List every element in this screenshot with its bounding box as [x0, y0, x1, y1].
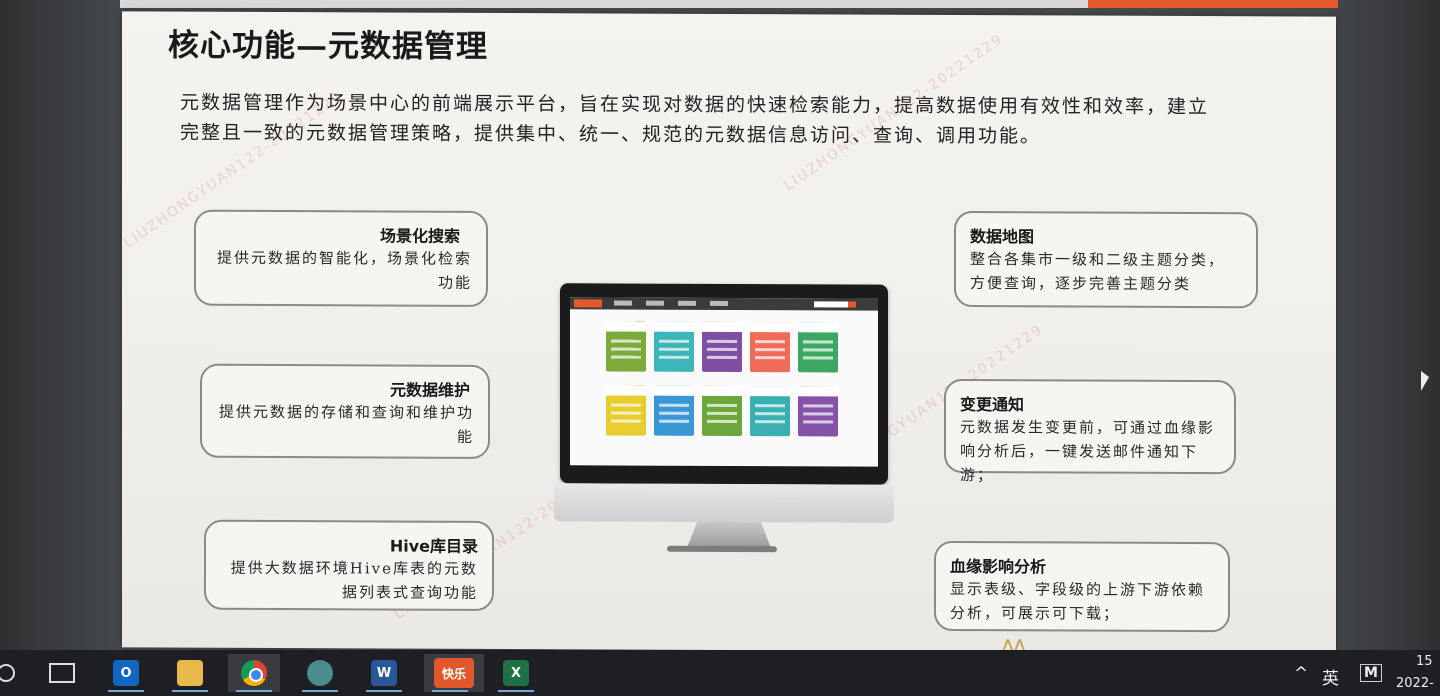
- card-scene-search: 场景化搜索 提供元数据的智能化，场景化检索功能: [194, 209, 488, 307]
- monitor-base: [667, 545, 777, 553]
- ime-language-indicator[interactable]: 英: [1322, 664, 1339, 689]
- screen-tile: [606, 385, 646, 436]
- screen-tile: [750, 386, 790, 437]
- screen-tile: [654, 321, 694, 372]
- kuaile-icon: 快乐: [434, 658, 474, 688]
- card-change-notice: 变更通知 元数据发生变更前，可通过血缘影响分析后，一键发送邮件通知下游；: [944, 378, 1236, 484]
- windows-taskbar: O W 快乐 X ^ 英 M 15 2022-: [0, 650, 1440, 696]
- screen-navbar: [570, 297, 878, 311]
- screen-tab: [646, 300, 664, 306]
- screen-tile: [798, 322, 838, 373]
- card-hive-catalog: Hive库目录 提供大数据环境Hive库表的元数据列表式查询功能: [204, 519, 494, 611]
- screen-search-box: [814, 301, 848, 308]
- outlook-button[interactable]: O: [100, 654, 152, 692]
- screen-search-button: [848, 301, 856, 308]
- screen-tile: [606, 321, 646, 372]
- card-desc: 整合各集市一级和二级主题分类， 方便查询，逐步完善主题分类: [970, 250, 1226, 294]
- card-desc: 显示表级、字段级的上游下游依赖分析，可展示可下载；: [950, 579, 1206, 623]
- card-title: 变更通知: [960, 395, 1025, 415]
- search-button[interactable]: [0, 654, 32, 692]
- folder-icon: [177, 660, 203, 686]
- card-metadata-maintenance: 元数据维护 提供元数据的存储和查询和维护功能: [200, 363, 490, 459]
- card-lineage-analysis: 血缘影响分析 显示表级、字段级的上游下游依赖分析，可展示可下载；: [934, 540, 1230, 633]
- monitor-illustration: [560, 283, 888, 485]
- kuaile-button[interactable]: 快乐: [424, 654, 484, 692]
- card-title: 场景化搜索: [379, 226, 460, 246]
- card-desc: 元数据发生变更前，可通过血缘影响分析后，一键发送邮件通知下游；: [960, 418, 1216, 485]
- ime-mode-indicator[interactable]: M: [1360, 664, 1382, 682]
- screen-tile: [750, 322, 790, 373]
- globe-icon: [307, 660, 333, 686]
- outlook-icon: O: [113, 660, 139, 686]
- excel-button[interactable]: X: [490, 654, 542, 692]
- screen-tile: [654, 385, 694, 436]
- system-tray: ^ 英 M 15 2022-: [1240, 650, 1440, 696]
- card-desc: 提供元数据的存储和查询和维护功能: [218, 402, 474, 446]
- card-desc: 提供大数据环境Hive库表的元数据列表式查询功能: [230, 558, 478, 602]
- word-button[interactable]: W: [358, 654, 410, 692]
- monitor-screen: [570, 297, 878, 467]
- clock-date[interactable]: 2022-: [1396, 676, 1434, 691]
- screen-tab: [678, 300, 696, 306]
- screen-tab: [614, 300, 632, 306]
- word-icon: W: [371, 660, 397, 686]
- monitor-stand: [687, 522, 771, 548]
- screen-tile: [798, 386, 838, 437]
- chrome-icon: [241, 660, 267, 686]
- card-desc: 提供元数据的智能化，场景化检索功能: [216, 248, 472, 292]
- presentation-slide: 核心功能—元数据管理 元数据管理作为场景中心的前端展示平台，旨在实现对数据的快速…: [121, 11, 1336, 653]
- task-view-icon: [49, 663, 75, 683]
- clock-time[interactable]: 15: [1416, 654, 1433, 669]
- globe-app-button[interactable]: [294, 654, 346, 692]
- task-view-button[interactable]: [36, 654, 88, 692]
- show-hidden-icons-button[interactable]: ^: [1294, 664, 1308, 684]
- chrome-button[interactable]: [228, 654, 280, 692]
- card-title: 数据地图: [970, 227, 1035, 247]
- screen-tile: [702, 385, 742, 437]
- search-icon: [0, 664, 15, 682]
- slide-title: 核心功能—元数据管理: [168, 27, 488, 65]
- screen-tab: [710, 300, 728, 306]
- top-window-strip: [120, 0, 1338, 8]
- card-title: 血缘影响分析: [950, 556, 1047, 577]
- card-title: 元数据维护: [389, 380, 470, 400]
- card-data-map: 数据地图 整合各集市一级和二级主题分类， 方便查询，逐步完善主题分类: [954, 210, 1258, 309]
- file-explorer-button[interactable]: [164, 654, 216, 692]
- mouse-cursor-icon: [1421, 371, 1429, 391]
- top-strip-accent: [1088, 0, 1338, 8]
- excel-icon: X: [503, 660, 529, 686]
- screen-tile: [702, 321, 742, 373]
- card-title: Hive库目录: [389, 536, 478, 556]
- monitor-bezel: [554, 483, 894, 523]
- screen-logo: [574, 299, 602, 308]
